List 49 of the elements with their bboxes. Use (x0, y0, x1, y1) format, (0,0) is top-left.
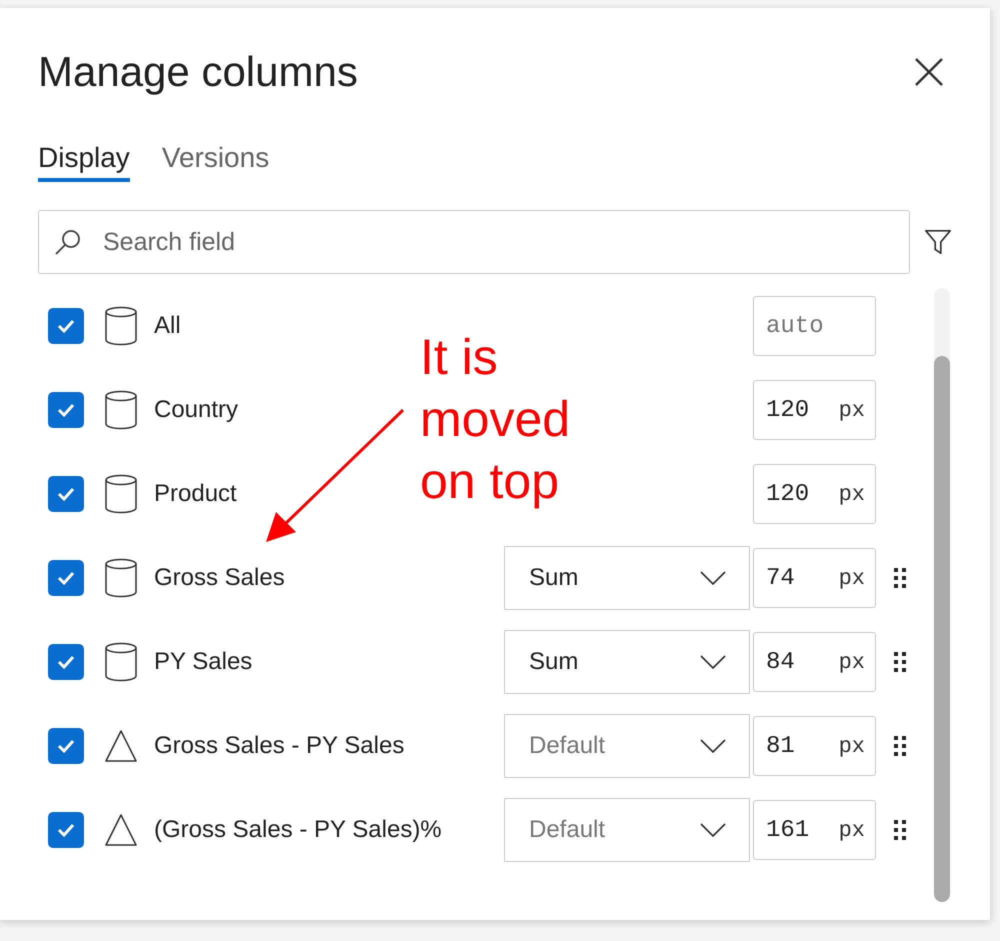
column-name: All (154, 312, 181, 340)
dialog-title: Manage columns (38, 48, 358, 96)
checkbox[interactable] (48, 644, 84, 680)
aggregation-dropdown[interactable]: Sum (504, 630, 750, 694)
chevron-down-icon (699, 570, 727, 586)
width-field[interactable]: 84 px (753, 632, 876, 692)
drag-handle-icon[interactable] (893, 735, 907, 757)
column-name: Gross Sales - PY Sales (154, 732, 404, 760)
cylinder-icon (104, 474, 138, 514)
triangle-icon (104, 813, 138, 847)
chevron-down-icon (699, 738, 727, 754)
scrollbar[interactable] (934, 288, 950, 902)
drag-handle-icon[interactable] (893, 567, 907, 589)
checkbox[interactable] (48, 476, 84, 512)
search-icon (53, 227, 83, 257)
width-field[interactable]: 81 px (753, 716, 876, 776)
annotation-text: It is moved on top (420, 328, 572, 511)
width-field[interactable]: 120 px (753, 464, 876, 524)
aggregation-dropdown[interactable]: Default (504, 798, 750, 862)
close-icon[interactable] (914, 57, 944, 87)
width-field[interactable]: 74 px (753, 548, 876, 608)
cylinder-icon (104, 642, 138, 682)
checkbox[interactable] (48, 728, 84, 764)
chevron-down-icon (699, 822, 727, 838)
width-field[interactable]: 161 px (753, 800, 876, 860)
drag-handle-icon[interactable] (893, 819, 907, 841)
filter-icon[interactable] (924, 228, 952, 256)
cylinder-icon (104, 306, 138, 346)
tab[interactable]: Versions (162, 142, 270, 182)
triangle-icon (104, 729, 138, 763)
aggregation-dropdown[interactable]: Sum (504, 546, 750, 610)
chevron-down-icon (699, 654, 727, 670)
column-name: (Gross Sales - PY Sales)% (154, 816, 442, 844)
aggregation-dropdown[interactable]: Default (504, 714, 750, 778)
column-name: PY Sales (154, 648, 252, 676)
column-name: Product (154, 480, 237, 508)
drag-handle-icon[interactable] (893, 651, 907, 673)
column-name: Country (154, 396, 238, 424)
checkbox[interactable] (48, 308, 84, 344)
checkbox[interactable] (48, 392, 84, 428)
cylinder-icon (104, 390, 138, 430)
search-field[interactable]: Search field (38, 210, 910, 274)
checkbox[interactable] (48, 560, 84, 596)
cylinder-icon (104, 558, 138, 598)
checkbox[interactable] (48, 812, 84, 848)
column-name: Gross Sales (154, 564, 285, 592)
tab[interactable]: Display (38, 142, 130, 182)
width-field[interactable]: 120 px (753, 380, 876, 440)
width-field[interactable]: auto (753, 296, 876, 356)
